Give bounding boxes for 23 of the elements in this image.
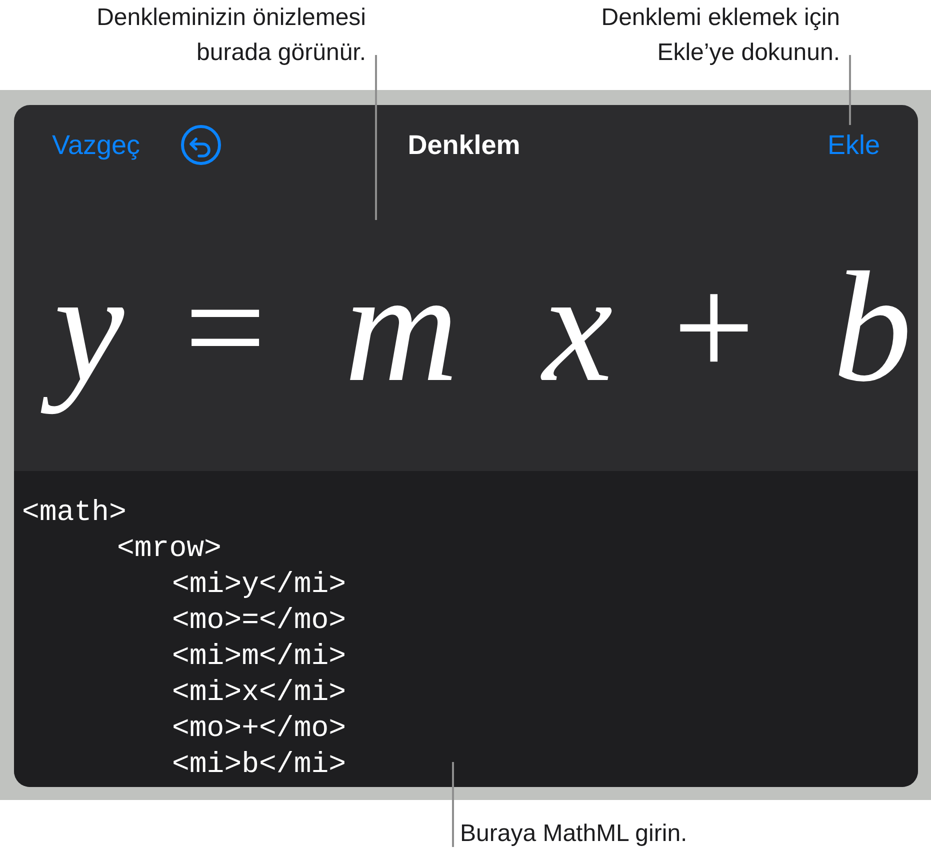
code-line: <math> xyxy=(22,495,128,531)
code-line: <mi>m</mi> xyxy=(172,639,348,675)
code-line: <mi>b</mi> xyxy=(172,747,348,783)
code-line: <mo>+</mo> xyxy=(172,711,348,747)
cancel-link[interactable]: Vazgeç xyxy=(52,130,140,160)
code-line: <mi>y</mi> xyxy=(172,567,348,603)
equation-variable: y xyxy=(30,225,130,431)
callout-text: Buraya MathML girin. xyxy=(460,820,688,848)
callout-text: Denklemi eklemek için Ekle’ye dokunun. xyxy=(601,3,840,68)
code-line: <mo>=</mo> xyxy=(172,603,348,639)
equation-operator: + xyxy=(672,246,755,410)
equation-variable: x xyxy=(540,239,614,418)
code-editor[interactable]: <math> <mrow> <mi>y</mi> <mo>=</mo> <mi>m</mi> <mi>x</mi> <mo>+</mo> <mi>b</mi> xyxy=(14,471,918,787)
insert-link[interactable]: Ekle xyxy=(827,130,880,160)
equation-variable: b xyxy=(832,239,913,418)
equation-operator: = xyxy=(184,246,266,410)
dialog-title: Denklem xyxy=(408,130,520,160)
leader-line xyxy=(849,55,851,125)
code-line: <mrow> xyxy=(117,531,222,567)
code-line: <mi>x</mi> xyxy=(172,675,348,711)
undo-icon[interactable] xyxy=(180,124,222,166)
equation-variable: m xyxy=(343,239,460,418)
callout-text: Denkleminizin önizlemesi burada görünür. xyxy=(96,3,366,68)
